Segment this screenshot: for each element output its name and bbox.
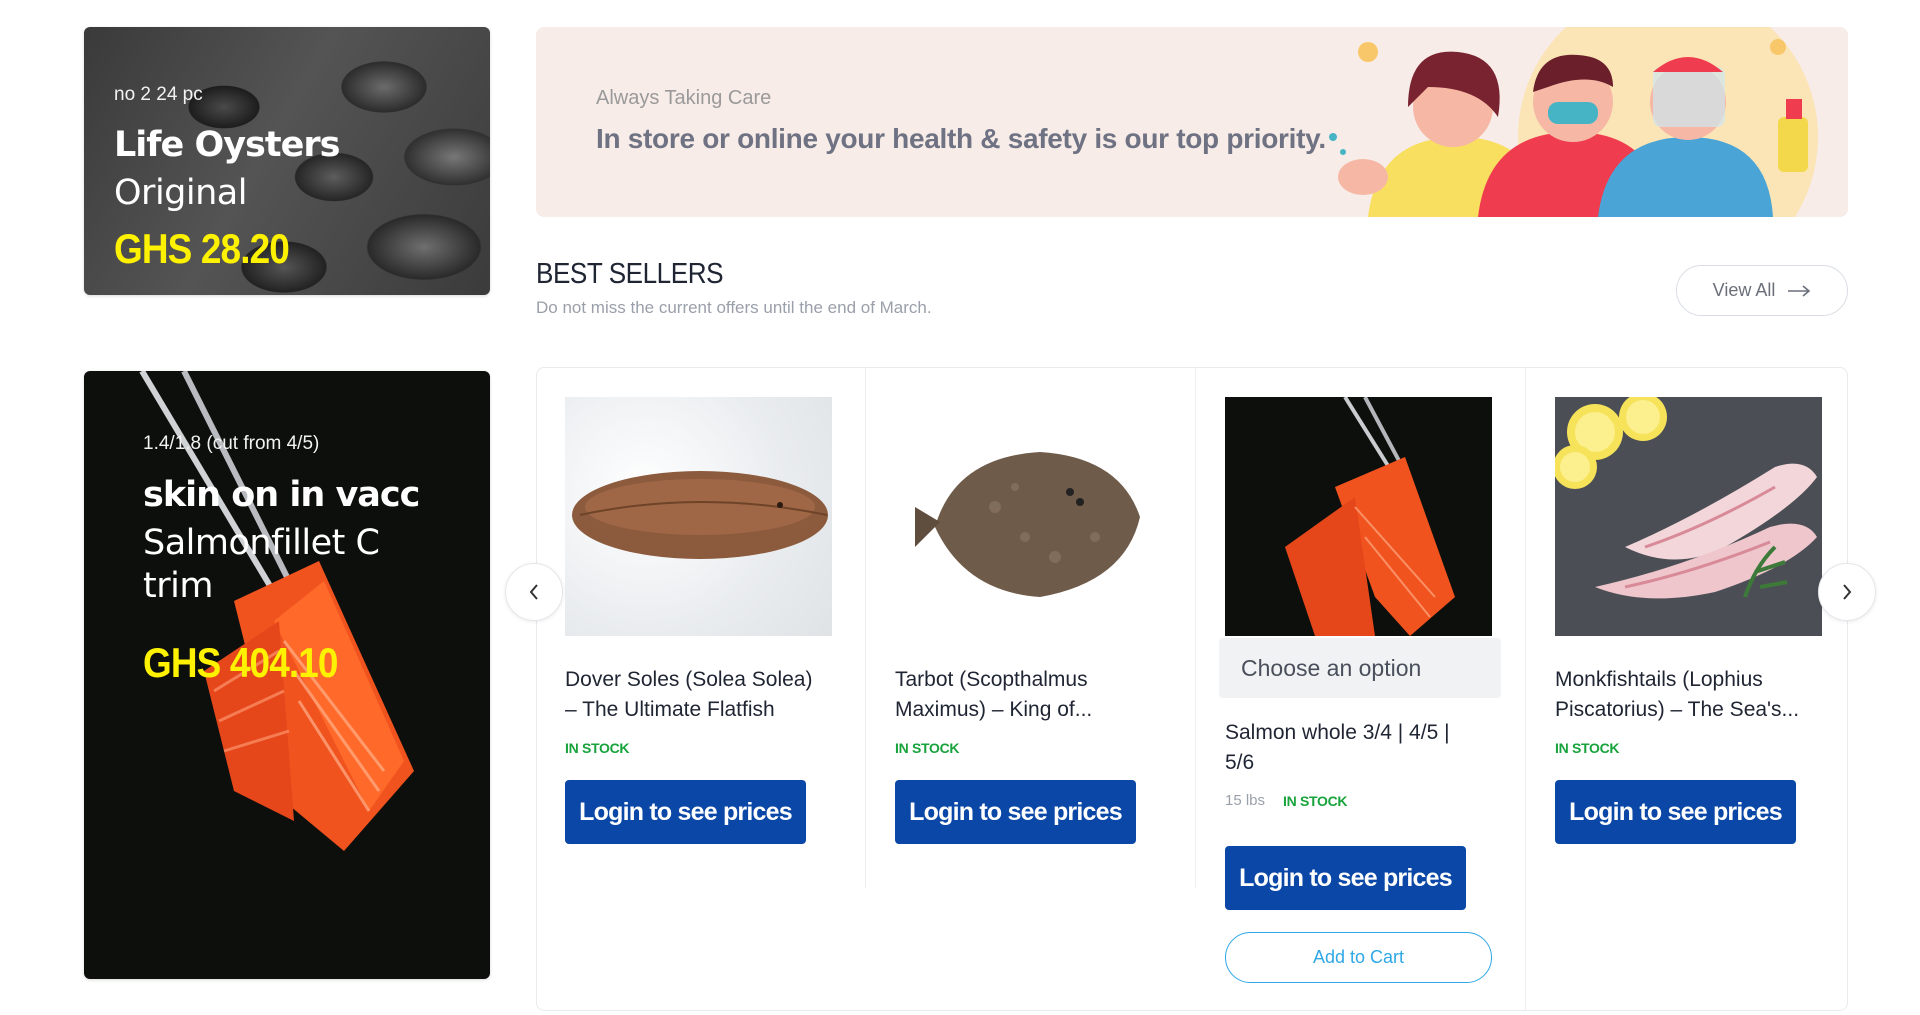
promo-subtitle-2: trim <box>143 566 213 606</box>
arrow-right-icon <box>1788 284 1811 297</box>
stock-badge: IN STOCK <box>895 740 960 756</box>
product-name-line2[interactable]: – The Ultimate Flatfish <box>565 695 855 725</box>
carousel-next-button[interactable] <box>1818 563 1876 621</box>
section-subtitle: Do not miss the current offers until the… <box>536 298 932 317</box>
product-image[interactable] <box>1555 397 1822 636</box>
promo-subtitle: Salmonfillet C <box>143 523 380 563</box>
product-card[interactable]: Choose an option Salmon whole 3/4 | 4/5 … <box>1197 368 1527 1010</box>
product-name-line2[interactable]: Piscatorius) – The Sea's... <box>1555 695 1845 725</box>
section-title: BEST SELLERS <box>536 258 724 290</box>
promo-title: skin on in vacc <box>143 475 420 515</box>
promo-quantity: 1.4/1.8 (cut from 4/5) <box>143 433 320 454</box>
banner-kicker: Always Taking Care <box>596 87 772 109</box>
carousel-prev-button[interactable] <box>505 563 563 621</box>
product-name[interactable]: Salmon whole 3/4 | 4/5 | <box>1225 718 1515 748</box>
product-card[interactable]: Tarbot (Scopthalmus Maximus) – King of..… <box>867 368 1197 1010</box>
chevron-left-icon <box>529 584 538 600</box>
promo-card-salmon[interactable]: 1.4/1.8 (cut from 4/5) skin on in vacc S… <box>84 371 490 979</box>
promo-subtitle: Original <box>114 173 247 213</box>
view-all-button[interactable]: View All <box>1676 265 1848 316</box>
view-all-label: View All <box>1712 280 1776 300</box>
divider <box>1195 368 1196 888</box>
stock-badge: IN STOCK <box>1283 793 1348 809</box>
stock-badge: IN STOCK <box>1555 740 1620 756</box>
weight-label: 15 lbs <box>1225 792 1266 809</box>
safety-banner[interactable]: Always Taking Care In store or online yo… <box>536 27 1848 217</box>
stock-badge: IN STOCK <box>565 740 630 756</box>
chevron-right-icon <box>1843 584 1852 600</box>
product-card[interactable]: Monkfishtails (Lophius Piscatorius) – Th… <box>1527 368 1847 1010</box>
product-name-line2[interactable]: 5/6 <box>1225 748 1515 778</box>
login-to-see-prices-button[interactable]: Login to see prices <box>895 780 1136 844</box>
add-to-cart-button[interactable]: Add to Cart <box>1225 932 1492 983</box>
product-image[interactable] <box>1225 397 1492 636</box>
promo-price: GHS 404.10 <box>143 639 338 686</box>
promo-quantity: no 2 24 pc <box>114 84 203 105</box>
banner-headline: In store or online your health & safety … <box>596 123 1326 154</box>
product-name[interactable]: Monkfishtails (Lophius <box>1555 665 1845 695</box>
choose-option-select[interactable]: Choose an option <box>1219 638 1501 698</box>
login-to-see-prices-button[interactable]: Login to see prices <box>565 780 806 844</box>
promo-card-oysters[interactable]: no 2 24 pc Life Oysters Original GHS 28.… <box>84 27 490 295</box>
promo-title: Life Oysters <box>114 125 340 165</box>
login-to-see-prices-button[interactable]: Login to see prices <box>1225 846 1466 910</box>
product-name[interactable]: Tarbot (Scopthalmus <box>895 665 1185 695</box>
login-to-see-prices-button[interactable]: Login to see prices <box>1555 780 1796 844</box>
product-name[interactable]: Dover Soles (Solea Solea) <box>565 665 855 695</box>
product-card[interactable]: Dover Soles (Solea Solea) – The Ultimate… <box>537 368 867 1010</box>
divider <box>1525 368 1526 1010</box>
product-image[interactable] <box>895 397 1162 636</box>
product-carousel: Dover Soles (Solea Solea) – The Ultimate… <box>536 367 1848 1011</box>
product-image[interactable] <box>565 397 832 636</box>
product-name-line2[interactable]: Maximus) – King of... <box>895 695 1185 725</box>
promo-price: GHS 28.20 <box>114 225 290 272</box>
divider <box>865 368 866 888</box>
banner-illustration <box>1329 27 1818 217</box>
